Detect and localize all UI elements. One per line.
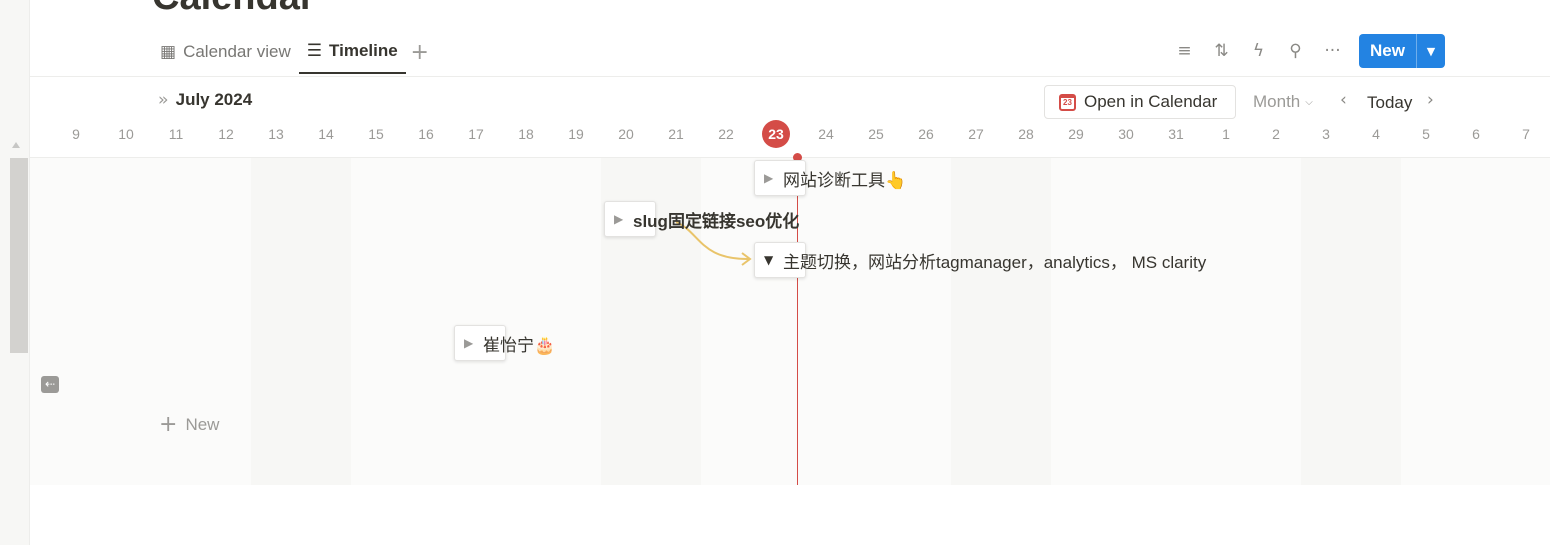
timeline-item[interactable]: ▼ 主题切换，网站分析tagmanager，analytics， MS clar… (754, 242, 1206, 278)
day-label: 9 (72, 126, 80, 142)
open-in-calendar-button[interactable]: 23 Open in Calendar (1044, 85, 1236, 119)
tab-label: Timeline (329, 41, 398, 60)
open-in-calendar-label: Open in Calendar (1084, 92, 1218, 111)
today-marker: 23 (762, 120, 790, 148)
automation-icon[interactable]: ϟ (1240, 33, 1277, 69)
day-label: 24 (818, 126, 834, 142)
double-chevron-right-icon[interactable]: ›› (158, 90, 168, 110)
timeline-item[interactable]: ▶ 网站诊断工具👆 (754, 160, 906, 196)
new-button: New ▼ (1359, 34, 1445, 68)
weekend-column (251, 158, 351, 485)
today-button[interactable]: Today (1367, 93, 1412, 113)
expand-arrow-icon[interactable]: ▶ (764, 171, 773, 185)
view-toolbar: ≡ ⇅ ϟ ⚲ ··· (1166, 33, 1351, 69)
sidebar-rail (0, 0, 30, 545)
weekend-column (951, 158, 1051, 485)
item-label: 主题切换，网站分析tagmanager，analytics， MS clarit… (783, 252, 1207, 272)
chevron-right-icon[interactable]: › (1427, 90, 1434, 110)
more-icon[interactable]: ··· (1314, 33, 1351, 69)
day-label: 30 (1118, 126, 1134, 142)
scroll-up-arrow-icon[interactable] (12, 142, 20, 148)
month-label: July 2024 (175, 90, 253, 109)
tab-calendar-view[interactable]: ▦ Calendar view (152, 30, 299, 74)
search-icon[interactable]: ⚲ (1277, 33, 1314, 69)
day-label: 5 (1422, 126, 1430, 142)
timeline-header: ›› July 2024 (158, 90, 252, 110)
expand-arrow-icon[interactable]: ▶ (614, 212, 623, 226)
day-label: 29 (1068, 126, 1084, 142)
chevron-down-icon[interactable]: ▼ (1416, 34, 1445, 68)
day-label: 31 (1168, 126, 1184, 142)
day-label: 13 (268, 126, 284, 142)
item-label: slug固定链接seo优化 (633, 211, 800, 231)
calendar-icon: ▦ (160, 42, 177, 62)
add-view-button[interactable]: + (406, 30, 434, 74)
plus-icon: + (159, 412, 178, 437)
day-label: 2 (1272, 126, 1280, 142)
day-label: 22 (718, 126, 734, 142)
tab-label: Calendar view (183, 42, 291, 61)
day-label: 10 (118, 126, 134, 142)
item-label: 网站诊断工具👆 (783, 170, 907, 190)
day-label: 14 (318, 126, 334, 142)
collapse-arrow-icon[interactable]: ▼ (764, 253, 773, 267)
expand-arrow-icon[interactable]: ▶ (464, 336, 473, 350)
timeline-item[interactable]: ▶ 崔怡宁🎂 (454, 325, 555, 361)
day-label: 7 (1522, 126, 1530, 142)
view-tabs: ▦ Calendar view ☰ Timeline + (152, 30, 434, 76)
day-label: 21 (668, 126, 684, 142)
new-button-label[interactable]: New (1359, 34, 1416, 68)
day-label: 11 (168, 126, 184, 142)
calendar-icon: 23 (1059, 93, 1076, 111)
timeline-view: Calendar ▦ Calendar view ☰ Timeline + ≡ … (0, 0, 1550, 545)
day-label: 4 (1372, 126, 1380, 142)
day-label: 19 (568, 126, 584, 142)
page-title: Calendar (152, 0, 315, 16)
add-item-button[interactable]: + New (159, 414, 219, 436)
tab-timeline[interactable]: ☰ Timeline (298, 30, 406, 74)
zoom-label: Month (1253, 92, 1301, 111)
sort-icon[interactable]: ⇅ (1203, 33, 1240, 69)
timeline-icon: ☰ (306, 41, 323, 61)
item-label: 崔怡宁🎂 (483, 335, 556, 355)
day-label: 16 (418, 126, 434, 142)
day-label: 27 (968, 126, 984, 142)
scrollbar-thumb[interactable] (10, 158, 28, 353)
day-label: 17 (468, 126, 484, 142)
zoom-select[interactable]: Month ⌵ (1253, 92, 1313, 112)
filter-icon[interactable]: ≡ (1166, 33, 1203, 69)
day-label: 28 (1018, 126, 1034, 142)
timeline-item[interactable]: ▶ slug固定链接seo优化 (604, 201, 799, 237)
divider (30, 76, 1550, 77)
day-label: 25 (868, 126, 884, 142)
day-label: 18 (518, 126, 534, 142)
day-label: 12 (218, 126, 234, 142)
arrow-left-icon[interactable]: ⇠ (41, 376, 59, 393)
weekend-column (1301, 158, 1401, 485)
day-label: 15 (368, 126, 384, 142)
add-item-label: New (185, 415, 220, 434)
day-label: 26 (918, 126, 934, 142)
chevron-down-icon: ⌵ (1305, 96, 1313, 108)
day-label: 20 (618, 126, 634, 142)
day-label: 1 (1222, 126, 1230, 142)
day-label: 6 (1472, 126, 1480, 142)
day-label: 3 (1322, 126, 1330, 142)
chevron-left-icon[interactable]: ‹ (1340, 90, 1347, 110)
